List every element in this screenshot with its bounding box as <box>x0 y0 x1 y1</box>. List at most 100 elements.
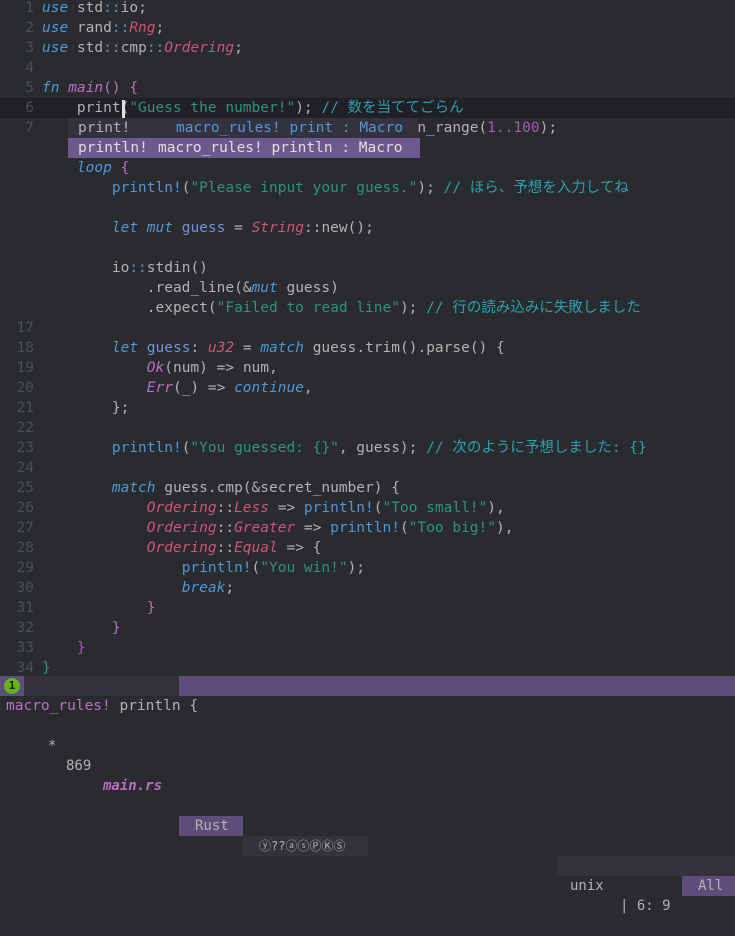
modified-indicator: * <box>48 738 57 754</box>
minor-modes-label: ⓨ??ⓐⓢⓅⓀⓈ <box>259 839 346 853</box>
modeline: 1 * 869 main.rs Rust ⓨ??ⓐⓢⓅⓀⓈ unix | 6: … <box>0 676 735 914</box>
token-ordering: Ordering <box>146 520 217 536</box>
code-line[interactable]: 31 } <box>0 598 735 618</box>
line-number: 21 <box>16 400 34 416</box>
punctuation <box>417 440 426 456</box>
code-line[interactable]: 30 break; <box>0 578 735 598</box>
code-text: Ordering::Greater => println!("Too big!"… <box>42 518 514 538</box>
code-text: .read_line(&mut guess) <box>42 278 339 298</box>
punctuation <box>68 0 77 16</box>
token-greater: Greater <box>234 520 296 536</box>
code-line[interactable]: 29 println!("You win!"); <box>0 558 735 578</box>
line-number: 6 <box>25 100 34 116</box>
token-new: new <box>321 220 348 236</box>
token-read-line: .read_line( <box>146 280 243 296</box>
token-equal: Equal <box>234 540 278 556</box>
code-line[interactable]: 19 Ok(num) => num, <box>0 358 735 378</box>
code-text: } <box>42 638 86 658</box>
token-ordering: Ordering <box>146 540 217 556</box>
code-line[interactable]: 33 } <box>0 638 735 658</box>
completion-item[interactable]: print! macro_rules! print : Macro <box>68 118 418 138</box>
token-stdin: stdin <box>146 260 191 276</box>
token-io: io <box>120 0 139 16</box>
code-line[interactable]: 25 match guess.cmp(&secret_number) { <box>0 478 735 498</box>
completion-item-annotation: macro_rules! println : Macro <box>158 140 403 156</box>
token-mut: mut <box>146 220 173 236</box>
line-number: 27 <box>16 520 34 536</box>
major-mode-label: Rust <box>195 818 229 834</box>
code-line[interactable]: let mut guess = String::new(); <box>0 218 735 238</box>
code-line[interactable]: loop { <box>0 158 735 178</box>
code-text: println!("You win!"); <box>42 558 365 578</box>
code-line[interactable] <box>0 198 735 218</box>
punctuation: ( <box>164 360 173 376</box>
completion-item[interactable]: println! macro_rules! println : Macro <box>68 138 420 158</box>
code-line[interactable]: 26 Ordering::Less => println!("Too small… <box>0 498 735 518</box>
punctuation: ), <box>496 520 514 536</box>
code-line[interactable]: 27 Ordering::Greater => println!("Too bi… <box>0 518 735 538</box>
code-line[interactable]: 23 println!("You guessed: {}", guess); /… <box>0 438 735 458</box>
punctuation: , guess); <box>338 440 418 456</box>
punctuation: & <box>242 280 252 296</box>
code-line[interactable]: .read_line(&mut guess) <box>0 278 735 298</box>
code-line[interactable]: 28 Ordering::Equal => { <box>0 538 735 558</box>
token-trim: guess.trim().parse() <box>312 340 488 356</box>
line-number: 5 <box>25 80 34 96</box>
punctuation <box>42 620 112 636</box>
punctuation <box>42 520 147 536</box>
punctuation <box>42 260 112 276</box>
code-line[interactable]: 1 use std::io; <box>0 0 735 18</box>
code-line[interactable] <box>0 238 735 258</box>
punctuation: } <box>76 640 86 656</box>
code-line[interactable]: 4 <box>0 58 735 78</box>
punctuation: = <box>225 220 252 236</box>
completion-item-annotation: macro_rules! print : Macro <box>176 120 403 136</box>
punctuation <box>42 640 77 656</box>
token-comment15: // 行の読み込みに失敗しました <box>426 300 641 316</box>
punctuation: ); <box>539 120 558 136</box>
cursor-position: | 6: 9 <box>620 898 671 914</box>
major-mode-segment[interactable]: Rust <box>179 816 243 836</box>
code-text: use std::io; <box>42 0 147 18</box>
code-line[interactable]: 24 <box>0 458 735 478</box>
buffer-name[interactable]: main.rs <box>103 776 162 796</box>
token-too-big: "Too big!" <box>408 520 496 536</box>
line-number: 18 <box>16 340 34 356</box>
code-line[interactable]: 2 use rand::Rng; <box>0 18 735 38</box>
token-you-win: "You win!" <box>260 560 348 576</box>
code-line[interactable]: io::stdin() <box>0 258 735 278</box>
code-text: }; <box>42 398 129 418</box>
code-line[interactable]: 5 fn main() { <box>0 78 735 98</box>
code-text: println!("Please input your guess."); //… <box>42 178 629 198</box>
punctuation <box>42 160 77 176</box>
code-line[interactable]: 21 }; <box>0 398 735 418</box>
code-line[interactable]: 34} <box>0 658 735 678</box>
token-println-l: println! <box>111 440 182 456</box>
token-ordering: Ordering <box>146 500 217 516</box>
code-line[interactable]: 18 let guess: u32 = match guess.trim().p… <box>0 338 735 358</box>
line-number: 4 <box>25 60 34 76</box>
punctuation: ); <box>295 100 313 116</box>
line-number: 1 <box>25 0 34 16</box>
punctuation: :: <box>303 220 322 236</box>
code-line[interactable]: 20 Err(_) => continue, <box>0 378 735 398</box>
code-text: println!("You guessed: {}", guess); // 次… <box>42 438 647 458</box>
code-line[interactable]: println!("Please input your guess."); //… <box>0 178 735 198</box>
editor-buffer[interactable]: 1 use std::io; 2 use rand::Rng; 3 use std::cm… <box>0 0 735 676</box>
punctuation <box>42 340 112 356</box>
token-err: Err <box>146 380 173 396</box>
token-main: main <box>68 80 104 96</box>
punctuation: :: <box>216 540 235 556</box>
code-text: io::stdin() <box>42 258 208 278</box>
window-number-badge[interactable]: 1 <box>4 678 20 694</box>
token-let: let <box>111 220 139 236</box>
code-line[interactable]: 3 use std::cmp::Ordering; <box>0 38 735 58</box>
minor-modes-segment[interactable]: ⓨ??ⓐⓢⓅⓀⓈ <box>243 836 368 856</box>
code-line[interactable]: 6 print("Guess the number!"); // 数を当ててごら… <box>0 98 735 118</box>
code-line[interactable]: 22 <box>0 418 735 438</box>
token-num: num <box>242 360 270 376</box>
code-line[interactable]: .expect("Failed to read line"); // 行の読み込… <box>0 298 735 318</box>
code-line[interactable]: 17 <box>0 318 735 338</box>
token-expect: .expect( <box>146 300 217 316</box>
code-line[interactable]: 32 } <box>0 618 735 638</box>
